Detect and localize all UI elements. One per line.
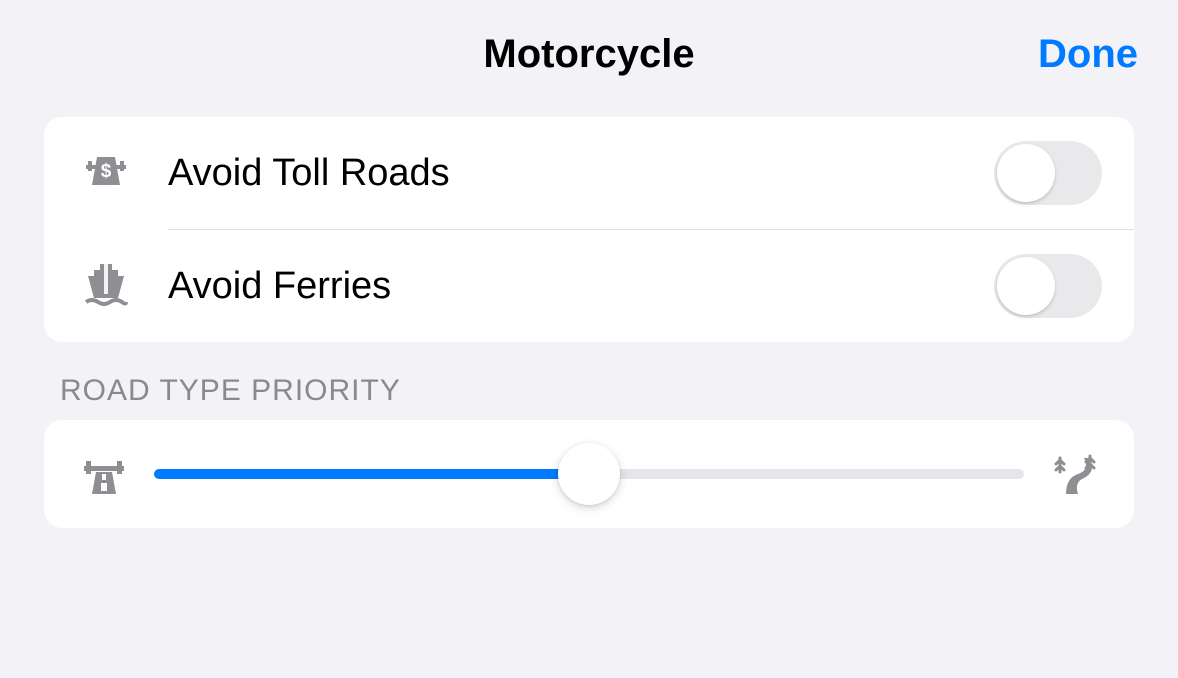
scenic-road-icon <box>1048 448 1100 500</box>
slider-fill <box>154 469 589 479</box>
toggle-knob <box>997 144 1055 202</box>
page-title: Motorcycle <box>483 32 694 77</box>
highway-icon <box>78 448 130 500</box>
road-type-section-label: ROAD TYPE PRIORITY <box>60 374 1118 408</box>
road-type-slider[interactable] <box>154 444 1024 504</box>
road-type-slider-row <box>44 420 1134 528</box>
avoid-ferries-toggle[interactable] <box>994 254 1102 318</box>
avoid-toll-toggle[interactable] <box>994 141 1102 205</box>
ferry-icon <box>76 256 136 316</box>
avoid-ferries-label: Avoid Ferries <box>168 265 994 308</box>
road-type-card <box>44 420 1134 528</box>
header: Motorcycle Done <box>0 0 1178 117</box>
slider-thumb[interactable] <box>558 443 620 505</box>
avoid-options-card: $ Avoid Toll Roads Avoid Ferries <box>44 117 1134 342</box>
avoid-toll-row: $ Avoid Toll Roads <box>44 117 1134 229</box>
toll-icon: $ <box>76 143 136 203</box>
toggle-knob <box>997 257 1055 315</box>
svg-text:$: $ <box>101 161 112 182</box>
avoid-toll-label: Avoid Toll Roads <box>168 152 994 195</box>
avoid-ferries-row: Avoid Ferries <box>44 230 1134 342</box>
done-button[interactable]: Done <box>1038 32 1138 77</box>
